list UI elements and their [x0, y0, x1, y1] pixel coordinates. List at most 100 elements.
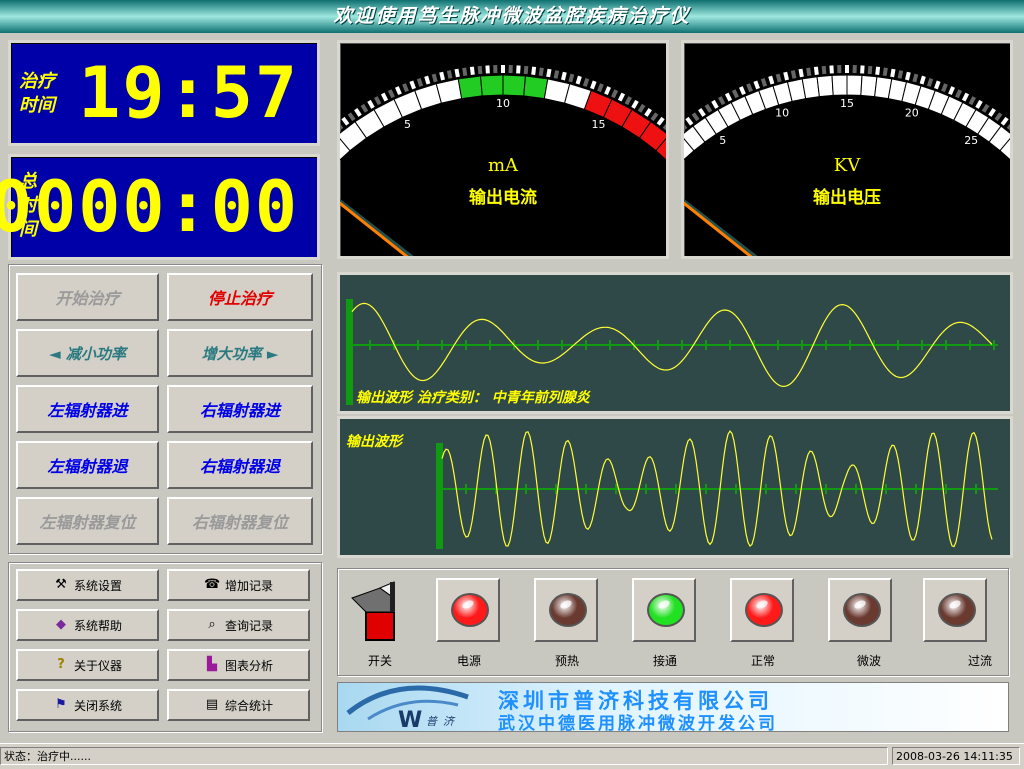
- decrease-power-button[interactable]: ◄ 减小功率: [16, 329, 159, 377]
- overcurrent-lamp-label: 过流: [945, 652, 1015, 669]
- meter-scale-cell: [802, 77, 819, 99]
- meter-tick-label: 5: [719, 134, 726, 147]
- shutdown-button[interactable]: ⚑ 关闭系统: [16, 689, 159, 721]
- phone-icon: ☎: [204, 577, 220, 593]
- banner-logo-text: 普济: [426, 713, 460, 729]
- meter-tick-label: 10: [775, 106, 789, 119]
- meter-tick-label: 5: [404, 118, 411, 131]
- query-record-button[interactable]: ⌕ 查询记录: [167, 609, 310, 641]
- system-help-button[interactable]: ◆ 系统帮助: [16, 609, 159, 641]
- bottom-waveform-label: 输出波形: [346, 431, 402, 451]
- system-settings-label: 系统设置: [74, 577, 122, 594]
- add-record-button[interactable]: ☎ 增加记录: [167, 569, 310, 601]
- about-device-button[interactable]: ? 关于仪器: [16, 649, 159, 681]
- toggle-switch-icon: [350, 580, 398, 642]
- hammer-icon: ⚒: [53, 577, 69, 593]
- flag-icon: ⚑: [53, 697, 69, 713]
- voltage-meter-label: 输出电压: [684, 183, 1010, 208]
- microwave-lamp: [828, 578, 892, 642]
- connect-lamp-label: 接通: [630, 652, 700, 669]
- system-help-label: 系统帮助: [74, 617, 122, 634]
- current-meter-dial: 05101520: [340, 43, 666, 256]
- preheat-lamp-label: 预热: [532, 652, 602, 669]
- power-lamp-label: 电源: [434, 652, 504, 669]
- meter-scale-cell: [524, 76, 548, 99]
- bar-chart-icon: ▙: [204, 657, 220, 673]
- query-record-label: 查询记录: [225, 617, 273, 634]
- overcurrent-lamp-light: [938, 593, 976, 627]
- meter-tick-label: 10: [496, 97, 510, 110]
- left-radiator-forward-button[interactable]: 左辐射器进: [16, 385, 159, 433]
- meter-tick-label: 15: [592, 118, 606, 131]
- status-datetime: 2008-03-26 14:11:35: [892, 747, 1020, 765]
- meter-scale-cell: [458, 76, 482, 99]
- top-waveform-plot: [340, 275, 1004, 405]
- chart-analysis-button[interactable]: ▙ 图表分析: [167, 649, 310, 681]
- right-radiator-back-button[interactable]: 右辐射器退: [167, 441, 313, 489]
- top-waveform-panel: 输出波形 治疗类别： 中青年前列腺炎: [337, 272, 1013, 414]
- microwave-lamp-label: 微波: [834, 652, 904, 669]
- connect-lamp: [632, 578, 696, 642]
- treatment-time-panel: 治疗 时间 19:57: [8, 40, 320, 146]
- overcurrent-lamp: [923, 578, 987, 642]
- stop-treatment-button[interactable]: 停止治疗: [167, 273, 313, 321]
- current-meter-label: 输出电流: [340, 183, 666, 208]
- power-lamp: [436, 578, 500, 642]
- meter-scale-cell: [503, 75, 525, 96]
- window-title: 欢迎使用笃生脉冲微波盆腔疾病治疗仪: [0, 0, 1024, 33]
- voltage-meter-unit: KV: [684, 155, 1010, 176]
- meter-scale-cell: [847, 75, 862, 95]
- about-device-label: 关于仪器: [74, 657, 122, 674]
- normal-lamp-light: [745, 593, 783, 627]
- bottom-waveform-panel: 输出波形: [337, 416, 1013, 558]
- status-bar: 状态：治疗中...... 2008-03-26 14:11:35: [0, 743, 1024, 769]
- svg-text:W: W: [398, 708, 422, 731]
- current-meter-unit: mA: [340, 155, 666, 176]
- right-radiator-reset-button[interactable]: 右辐射器复位: [167, 497, 313, 545]
- normal-lamp-label: 正常: [728, 652, 798, 669]
- status-text: 状态：治疗中......: [0, 747, 888, 765]
- current-meter: 05101520 mA 输出电流: [337, 40, 669, 259]
- bottom-waveform-plot: [340, 419, 1004, 549]
- power-lamp-light: [451, 593, 489, 627]
- question-icon: ?: [53, 657, 69, 673]
- total-time-panel: 总 时 间 0000:00: [8, 154, 320, 260]
- treatment-time-label-2: 时间: [19, 95, 55, 117]
- waveform-start-marker: [346, 299, 353, 405]
- banner-line-2: 武汉中德医用脉冲微波开发公司: [498, 709, 778, 732]
- connect-lamp-light: [647, 593, 685, 627]
- voltage-meter-dial: 051015202530: [684, 43, 1010, 256]
- start-treatment-button[interactable]: 开始治疗: [16, 273, 159, 321]
- company-banner: W 普济 深圳市普济科技有限公司 武汉中德医用脉冲微波开发公司: [337, 682, 1009, 732]
- book-icon: ◆: [53, 617, 69, 633]
- microwave-lamp-light: [843, 593, 881, 627]
- document-icon: ▤: [204, 697, 220, 713]
- right-radiator-forward-button[interactable]: 右辐射器进: [167, 385, 313, 433]
- power-switch[interactable]: [350, 580, 398, 642]
- treatment-time-display: 19:57: [78, 57, 299, 129]
- statistics-label: 综合统计: [225, 697, 273, 714]
- system-button-group: ⚒ 系统设置 ☎ 增加记录 ◆ 系统帮助 ⌕ 查询记录 ? 关于仪器 ▙ 图表分析 ⚑ 关闭系…: [8, 562, 322, 732]
- meter-tick-label: 15: [840, 97, 854, 110]
- meter-tick-label: 25: [964, 134, 978, 147]
- total-time-display: 0000:00: [0, 171, 299, 243]
- meter-tick-label: 20: [905, 106, 919, 119]
- voltage-meter: 051015202530 KV 输出电压: [681, 40, 1013, 259]
- left-radiator-back-button[interactable]: 左辐射器退: [16, 441, 159, 489]
- meter-scale-cell: [832, 75, 847, 95]
- shutdown-label: 关闭系统: [74, 697, 122, 714]
- top-waveform-label: 输出波形 治疗类别： 中青年前列腺炎: [356, 387, 590, 407]
- switch-label: 开关: [345, 652, 415, 669]
- add-record-label: 增加记录: [225, 577, 273, 594]
- preheat-lamp: [534, 578, 598, 642]
- chart-analysis-label: 图表分析: [225, 657, 273, 674]
- preheat-lamp-light: [549, 593, 587, 627]
- system-settings-button[interactable]: ⚒ 系统设置: [16, 569, 159, 601]
- magnifier-icon: ⌕: [204, 617, 220, 633]
- waveform-start-marker: [436, 443, 443, 549]
- meter-scale-cell: [817, 75, 833, 96]
- control-button-group: 开始治疗 停止治疗 ◄ 减小功率 增大功率 ► 左辐射器进 右辐射器进 左辐射器…: [8, 264, 322, 554]
- increase-power-button[interactable]: 增大功率 ►: [167, 329, 313, 377]
- statistics-button[interactable]: ▤ 综合统计: [167, 689, 310, 721]
- left-radiator-reset-button[interactable]: 左辐射器复位: [16, 497, 159, 545]
